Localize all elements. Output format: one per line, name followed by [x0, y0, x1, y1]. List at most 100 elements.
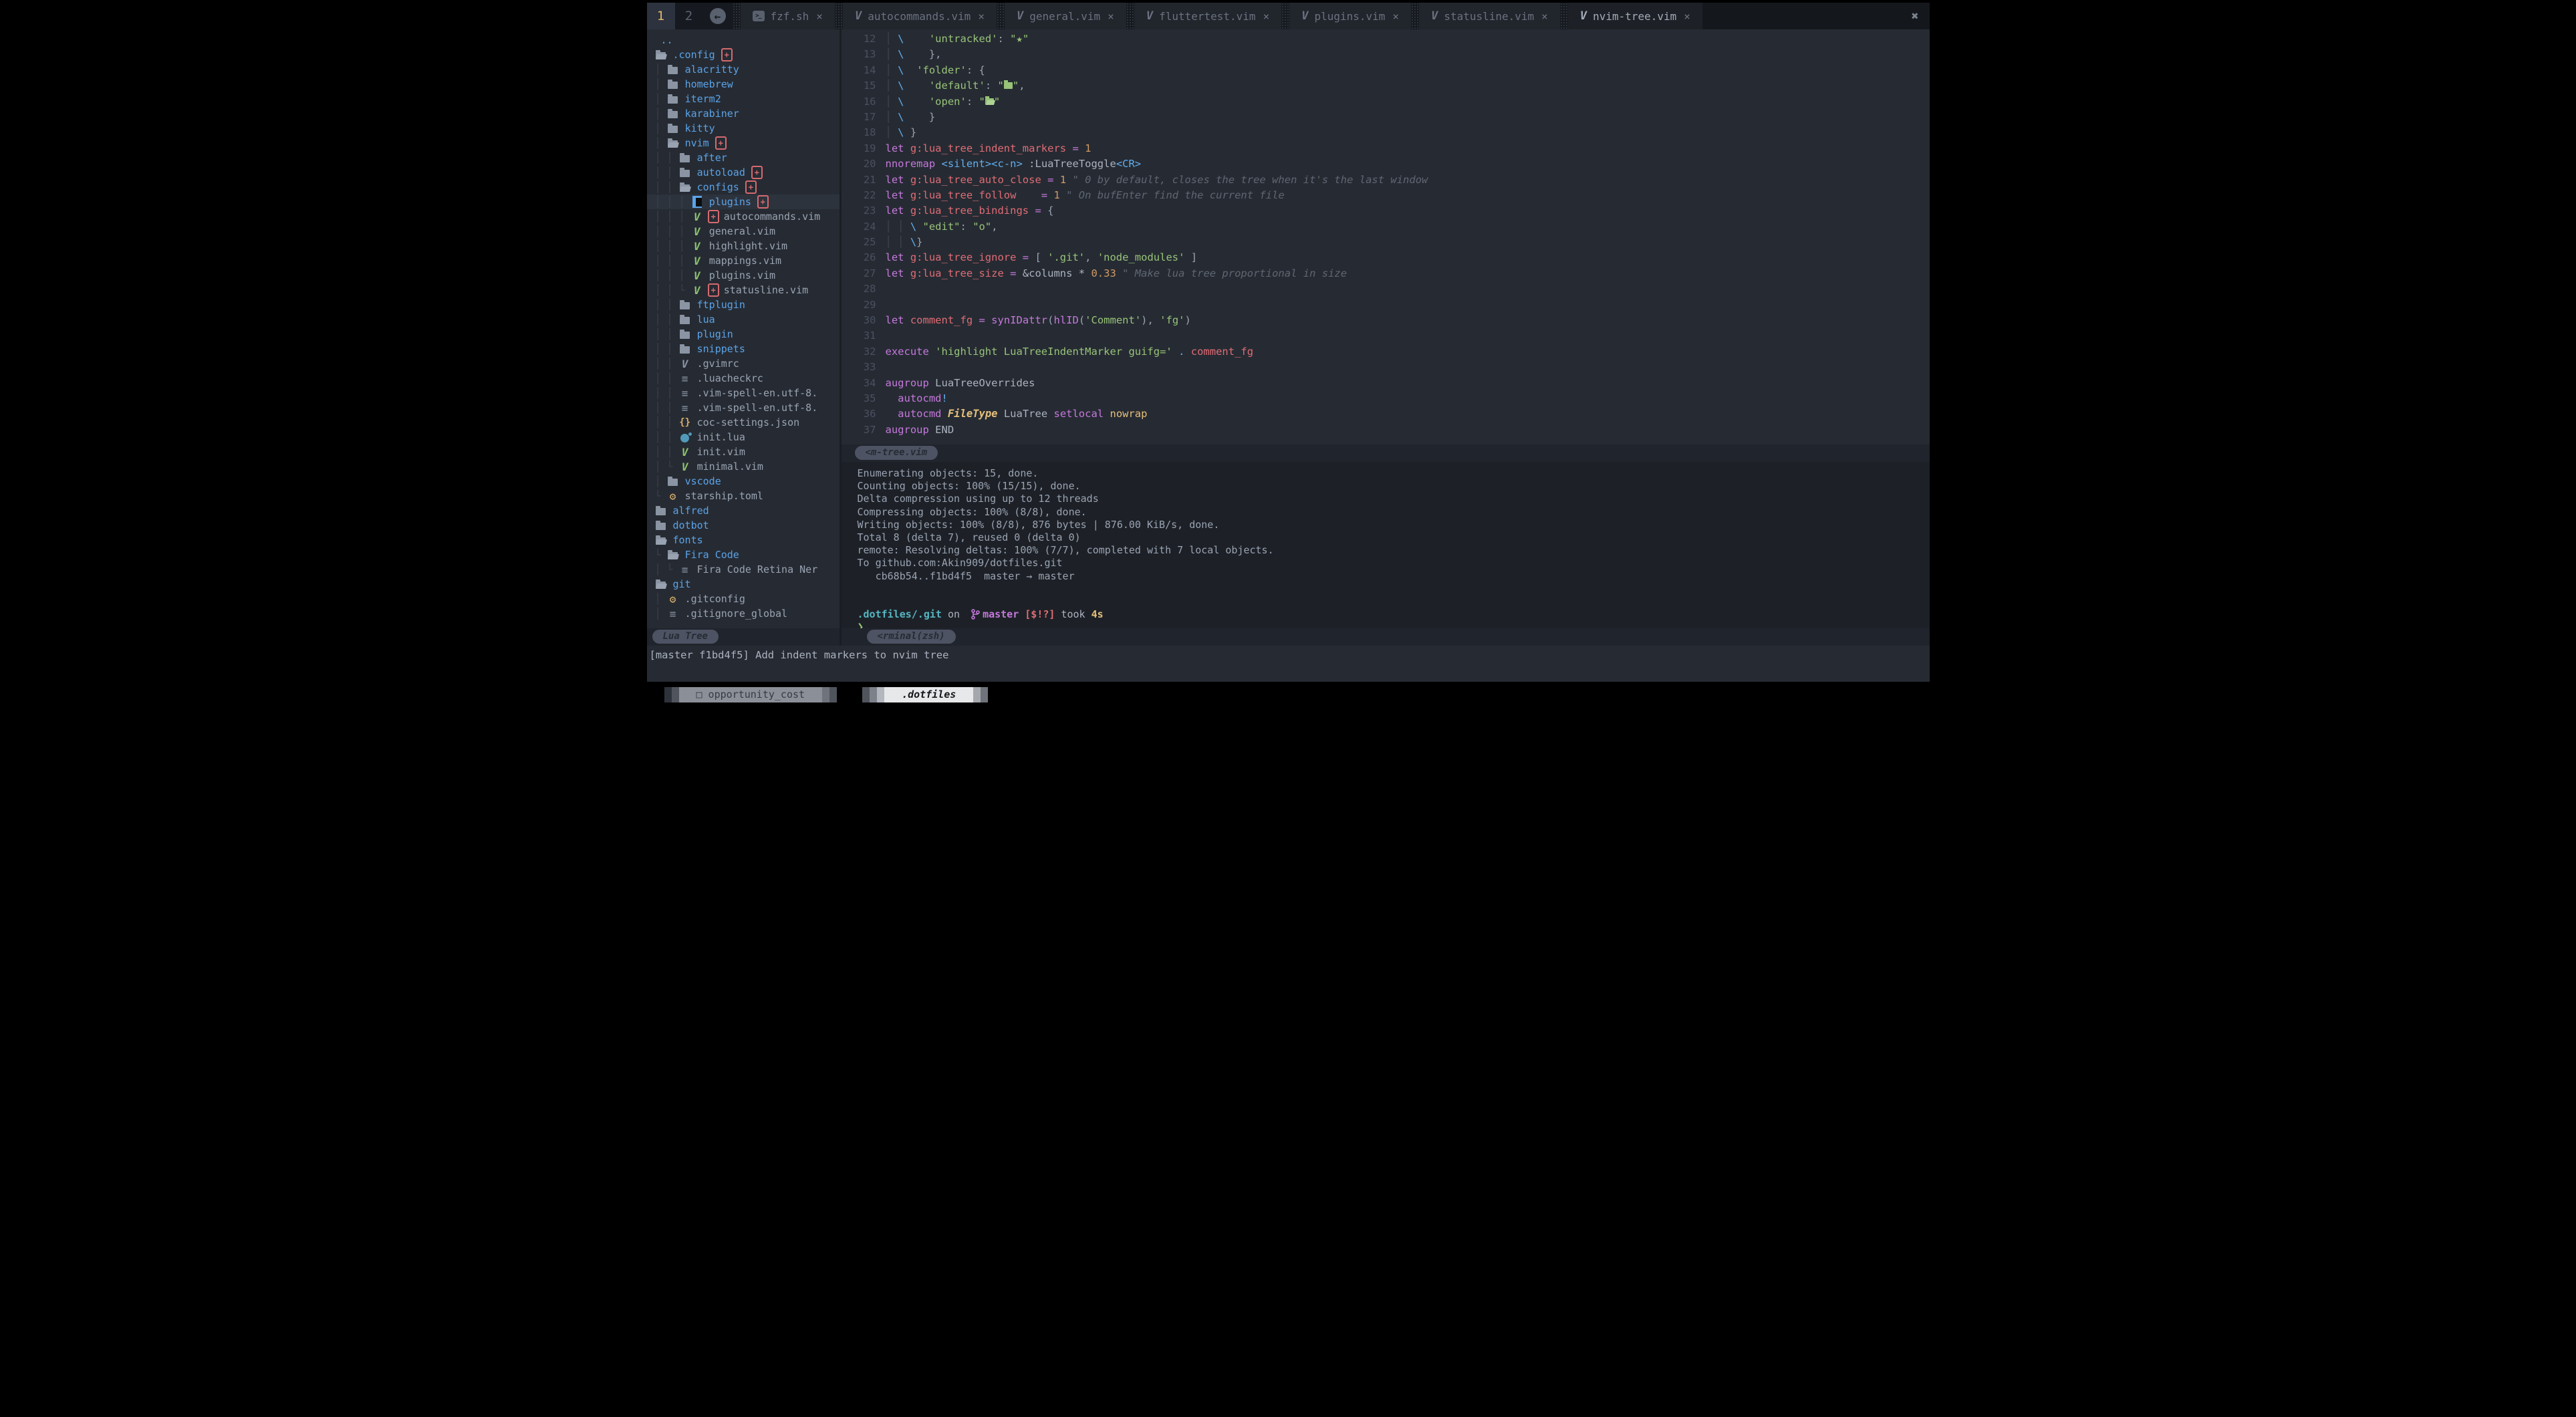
code-line[interactable]: 27let g:lua_tree_size = &columns * 0.33 … [842, 267, 1930, 283]
tab-nvim-tree.vim[interactable]: Vnvim-tree.vim× [1568, 3, 1702, 29]
tree-item-.gvimrc[interactable]: │ │ V.gvimrc [647, 356, 840, 371]
tabpage-number-2[interactable]: 2 [675, 3, 703, 29]
tree-item-alfred[interactable]: alfred [647, 503, 840, 518]
tree-item-.luacheckrc[interactable]: │ │ ≡.luacheckrc [647, 371, 840, 386]
tree-item-Fira-Code[interactable]: └ Fira Code [647, 547, 840, 562]
tree-item-alacritty[interactable]: │ alacritty [647, 62, 840, 77]
tree-item-.config[interactable]: .config+ [647, 47, 840, 62]
code-line[interactable]: 31 [842, 330, 1930, 345]
code-line[interactable]: 20nnoremap <silent><c-n> :LuaTreeToggle<… [842, 158, 1930, 173]
code-line[interactable]: 26let g:lua_tree_ignore = [ '.git', 'nod… [842, 251, 1930, 267]
code-line[interactable]: 32execute 'highlight LuaTreeIndentMarker… [842, 346, 1930, 361]
code-line[interactable]: 13│ \ }, [842, 48, 1930, 63]
tree-item-dotbot[interactable]: dotbot [647, 518, 840, 533]
tree-item-starship.toml[interactable]: └ ⚙starship.toml [647, 489, 840, 503]
close-tab-icon[interactable]: × [1392, 10, 1399, 23]
tree-item-label: ftplugin [697, 299, 745, 311]
tabbar-tabs: >_fzf.sh× Vautocommands.vim× Vgeneral.vim×… [733, 3, 1702, 29]
line-number: 36 [842, 408, 886, 423]
tmux-window-dotfiles[interactable]: .dotfiles [862, 687, 988, 702]
close-tab-icon[interactable]: × [978, 10, 985, 23]
close-tab-icon[interactable]: × [1541, 10, 1548, 23]
tree-item-icon-box [655, 535, 667, 545]
code-line[interactable]: 22let g:lua_tree_follow = 1 " On bufEnte… [842, 189, 1930, 205]
tab-general.vim[interactable]: Vgeneral.vim× [1005, 3, 1126, 29]
tab-plugins.vim[interactable]: Vplugins.vim× [1289, 3, 1411, 29]
tree-item-plugins.vim[interactable]: │ │ │ Vplugins.vim [647, 268, 840, 283]
tree-item-lua[interactable]: │ │ lua [647, 312, 840, 327]
tab-fzf.sh[interactable]: >_fzf.sh× [741, 3, 835, 29]
tmux-fade-band [877, 687, 884, 702]
tree-item-general.vim[interactable]: │ │ │ Vgeneral.vim [647, 224, 840, 239]
tree-item-kitty[interactable]: │ kitty [647, 121, 840, 136]
code-line[interactable]: 29 [842, 299, 1930, 314]
code-line[interactable]: 35 autocmd! [842, 392, 1930, 408]
code-line[interactable]: 19let g:lua_tree_indent_markers = 1 [842, 142, 1930, 158]
tree-item-autoload[interactable]: │ │ autoload+ [647, 165, 840, 180]
tree-item-minimal.vim[interactable]: │ └ Vminimal.vim [647, 459, 840, 474]
close-tab-icon[interactable]: × [816, 10, 823, 23]
tree-item-ftplugin[interactable]: │ │ ftplugin [647, 297, 840, 312]
close-tab-icon[interactable]: × [1263, 10, 1270, 23]
folder-open-glyph [985, 98, 994, 105]
tree-item-label: lua [697, 313, 715, 326]
tree-item-Fira-Code-Retina-Ner[interactable]: │ └ ≡Fira Code Retina Ner [647, 562, 840, 577]
code-line[interactable]: 15│ \ 'default': "", [842, 80, 1930, 95]
tree-item-mappings.vim[interactable]: │ │ │ Vmappings.vim [647, 253, 840, 268]
code-line[interactable]: 24│ │ \ "edit": "o", [842, 221, 1930, 236]
tree-item-snippets[interactable]: │ │ snippets [647, 342, 840, 356]
tree-item-coc-settings.json[interactable]: │ │ {}coc-settings.json [647, 415, 840, 430]
tree-item-icon-box [679, 153, 691, 162]
tree-item-.vim-spell-en.utf-8.[interactable]: │ │ ≡.vim-spell-en.utf-8. [647, 400, 840, 415]
tree-item-.gitconfig[interactable]: │ ⚙.gitconfig [647, 592, 840, 606]
tree-item-iterm2[interactable]: │ iterm2 [647, 92, 840, 106]
tree-item-plugin[interactable]: │ │ plugin [647, 327, 840, 342]
close-tab-icon[interactable]: × [1108, 10, 1114, 23]
close-all-icon[interactable]: ✖ [1901, 3, 1930, 29]
code-line[interactable]: 16│ \ 'open': "" [842, 96, 1930, 111]
tab-statusline.vim[interactable]: Vstatusline.vim× [1419, 3, 1560, 29]
code-line[interactable]: 18│ \ } [842, 126, 1930, 142]
tree-item-vscode[interactable]: │ vscode [647, 474, 840, 489]
tree-item-plugins[interactable]: │ │ │ plugins+ [647, 195, 840, 209]
tree-item-autocommands.vim[interactable]: │ │ │ V+autocommands.vim [647, 209, 840, 224]
code-line[interactable]: 30let comment_fg = synIDattr(hlID('Comme… [842, 314, 1930, 330]
close-tab-icon[interactable]: × [1684, 10, 1690, 23]
code-line[interactable]: 37augroup END [842, 424, 1930, 439]
code-line[interactable]: 21let g:lua_tree_auto_close = 1 " 0 by d… [842, 174, 1930, 189]
code-line[interactable]: 36 autocmd FileType LuaTree setlocal now… [842, 408, 1930, 423]
tree-item-git[interactable]: git [647, 577, 840, 592]
tree-item-configs[interactable]: │ │ configs+ [647, 180, 840, 195]
tree-item-nvim[interactable]: │ nvim+ [647, 136, 840, 150]
tree-item-.vim-spell-en.utf-8.[interactable]: │ │ ≡.vim-spell-en.utf-8. [647, 386, 840, 400]
code-editor[interactable]: 12│ \ 'untracked': "★"13│ \ },14│ \ 'fol… [842, 29, 1930, 444]
code-line[interactable]: 14│ \ 'folder': { [842, 64, 1930, 80]
neovim-window: 1 2 ← >_fzf.sh× Vautocommands.vim× Vgenera… [644, 0, 1932, 708]
tree-item-statusline.vim[interactable]: │ │ └ V+statusline.vim [647, 283, 840, 297]
tree-item-label: .gitignore_global [685, 608, 788, 620]
code-line[interactable]: 33 [842, 361, 1930, 376]
tree-item-after[interactable]: │ │ after [647, 150, 840, 165]
prompt-caret[interactable]: ❯ [858, 620, 1930, 628]
tree-item-init.vim[interactable]: │ │ Vinit.vim [647, 444, 840, 459]
code-line[interactable]: 28 [842, 283, 1930, 298]
tree-item-init.lua[interactable]: │ │ init.lua [647, 430, 840, 444]
code-line[interactable]: 25│ │ \} [842, 236, 1930, 251]
tmux-window-opportunity-cost[interactable]: □ opportunity_cost [664, 687, 838, 702]
tree-item-karabiner[interactable]: │ karabiner [647, 106, 840, 121]
tree-item-homebrew[interactable]: │ homebrew [647, 77, 840, 92]
code-line[interactable]: 17│ \ } [842, 111, 1930, 126]
tab-fluttertest.vim[interactable]: Vfluttertest.vim× [1134, 3, 1281, 29]
code-line[interactable]: 34augroup LuaTreeOverrides [842, 377, 1930, 392]
tree-item-fonts[interactable]: fonts [647, 533, 840, 547]
terminal-line: remote: Resolving deltas: 100% (7/7), co… [858, 544, 1930, 557]
code-line[interactable]: 23let g:lua_tree_bindings = { [842, 205, 1930, 220]
code-line[interactable]: 12│ \ 'untracked': "★" [842, 33, 1930, 48]
history-back-icon[interactable]: ← [710, 8, 726, 24]
terminal-pane[interactable]: Enumerating objects: 15, done.Counting o… [842, 462, 1930, 628]
tab-autocommands.vim[interactable]: Vautocommands.vim× [843, 3, 997, 29]
tree-item-.gitignore-global[interactable]: │ ≡.gitignore_global [647, 606, 840, 621]
tabpage-number-1[interactable]: 1 [647, 3, 675, 29]
tree-item-highlight.vim[interactable]: │ │ │ Vhighlight.vim [647, 239, 840, 253]
tree-item-..[interactable]: .. [647, 33, 840, 47]
